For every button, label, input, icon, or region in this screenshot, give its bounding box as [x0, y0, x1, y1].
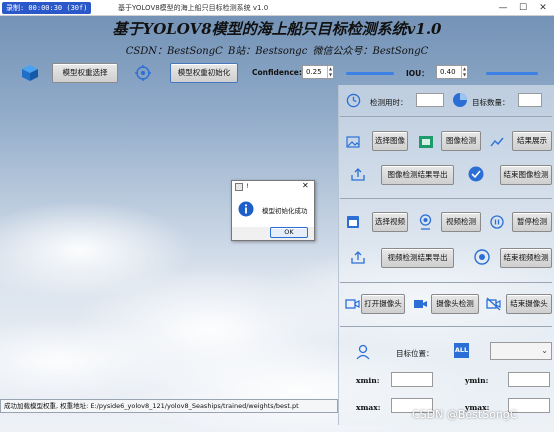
- dialog-message: 模型初始化成功: [262, 207, 308, 215]
- chart-line-icon: [490, 137, 504, 147]
- camera-detect-icon: [414, 300, 427, 308]
- show-result-button[interactable]: 结果展示: [512, 131, 552, 151]
- select-weights-button[interactable]: 模型权重选择: [52, 63, 118, 83]
- xmin-label: xmin:: [356, 376, 380, 385]
- camera-icon: [345, 299, 360, 309]
- end-camera-button[interactable]: 结束摄像头: [506, 294, 552, 314]
- spin-arrows-icon[interactable]: ▲ ▼: [327, 66, 333, 78]
- dialog-titlebar: ! ✕: [232, 181, 314, 193]
- export-image-result-button[interactable]: 图像检测结果导出: [381, 165, 454, 185]
- message-dialog: ! ✕ 模型初始化成功 OK: [231, 180, 315, 241]
- watermark: CSDN @BestSongC: [412, 408, 518, 421]
- init-weights-button[interactable]: 模型权重初始化: [170, 63, 238, 83]
- clock-icon: [346, 93, 361, 108]
- image-icon: [346, 136, 360, 148]
- iou-slider[interactable]: [486, 72, 538, 75]
- target-count-field: [518, 93, 542, 107]
- user-location-icon: [356, 344, 370, 360]
- detect-image-button[interactable]: 图像检测: [441, 131, 481, 151]
- divider: [340, 282, 552, 283]
- cube-icon: [22, 65, 38, 81]
- confidence-label: Confidence:: [252, 68, 302, 77]
- export-icon: [351, 168, 365, 181]
- window-title: 基于YOLOV8模型的海上船只目标检测系统 v1.0: [118, 4, 269, 12]
- confidence-spinbox[interactable]: 0.25 ▲ ▼: [302, 65, 334, 79]
- open-camera-button[interactable]: 打开摄像头: [361, 294, 405, 314]
- target-icon: [135, 65, 151, 81]
- ymin-field: [508, 372, 550, 387]
- spin-arrows-icon[interactable]: ▲ ▼: [461, 66, 467, 78]
- maximize-button[interactable]: ☐: [516, 2, 530, 14]
- target-position-label: 目标位置：: [396, 349, 434, 358]
- end-video-detect-button[interactable]: 结束视频检测: [500, 248, 552, 268]
- select-video-button[interactable]: 选择视频: [372, 212, 408, 232]
- target-select-dropdown[interactable]: ⌄: [490, 342, 552, 360]
- confidence-slider[interactable]: [346, 72, 394, 75]
- info-icon: [238, 201, 254, 217]
- chevron-down-icon: ⌄: [541, 346, 548, 355]
- window-titlebar: 录制: 00:00:30 (30f) 基于YOLOV8模型的海上船只目标检测系统…: [0, 0, 554, 16]
- select-image-button[interactable]: 选择图像: [372, 131, 408, 151]
- export-icon: [351, 251, 365, 264]
- app-icon: [235, 183, 243, 191]
- stop-icon: [474, 249, 490, 265]
- minimize-button[interactable]: —: [496, 2, 510, 14]
- app-subtitle: CSDN：BestSongC B站：Bestsongc 微信公众号：BestSo…: [125, 46, 429, 57]
- iou-spinbox[interactable]: 0.40 ▲ ▼: [436, 65, 468, 79]
- divider: [340, 198, 552, 199]
- pause-icon: [490, 215, 504, 229]
- check-icon: [468, 166, 484, 182]
- divider: [340, 326, 552, 327]
- target-count-label: 目标数量：: [472, 98, 510, 107]
- webcam-icon: [419, 214, 432, 230]
- dialog-title: !: [246, 182, 249, 190]
- export-video-result-button[interactable]: 视频检测结果导出: [381, 248, 454, 268]
- pie-chart-icon: [453, 93, 467, 107]
- ymin-label: ymin:: [465, 376, 489, 385]
- detect-time-label: 检测用时：: [370, 98, 408, 107]
- dialog-close-icon[interactable]: ✕: [302, 181, 309, 190]
- status-bar: 成功加载模型权重, 权重地址: E:/pyside6_yolov8_121/yo…: [0, 399, 338, 413]
- all-badge-icon: ALL: [454, 343, 469, 358]
- xmin-field: [391, 372, 433, 387]
- divider: [340, 116, 552, 117]
- detect-time-field: [416, 93, 444, 107]
- video-icon: [347, 216, 359, 228]
- recording-clock: 录制: 00:00:30 (30f): [2, 2, 92, 14]
- close-button[interactable]: ✕: [536, 2, 550, 14]
- xmax-label: xmax:: [356, 403, 381, 412]
- dialog-body: 模型初始化成功: [232, 193, 314, 227]
- pause-detect-button[interactable]: 暂停检测: [512, 212, 552, 232]
- camera-detect-button[interactable]: 摄像头检测: [431, 294, 479, 314]
- iou-label: IOU：: [406, 69, 429, 78]
- iou-value: 0.40: [440, 68, 456, 76]
- camera-off-icon: [486, 297, 501, 311]
- image-detect-icon: [419, 136, 433, 148]
- end-image-detect-button[interactable]: 结束图像检测: [500, 165, 552, 185]
- detect-video-button[interactable]: 视频检测: [441, 212, 481, 232]
- confidence-value: 0.25: [306, 68, 322, 76]
- ok-button[interactable]: OK: [270, 227, 308, 238]
- app-title: 基于YOLOV8模型的海上船只目标检测系统v1.0: [112, 20, 442, 38]
